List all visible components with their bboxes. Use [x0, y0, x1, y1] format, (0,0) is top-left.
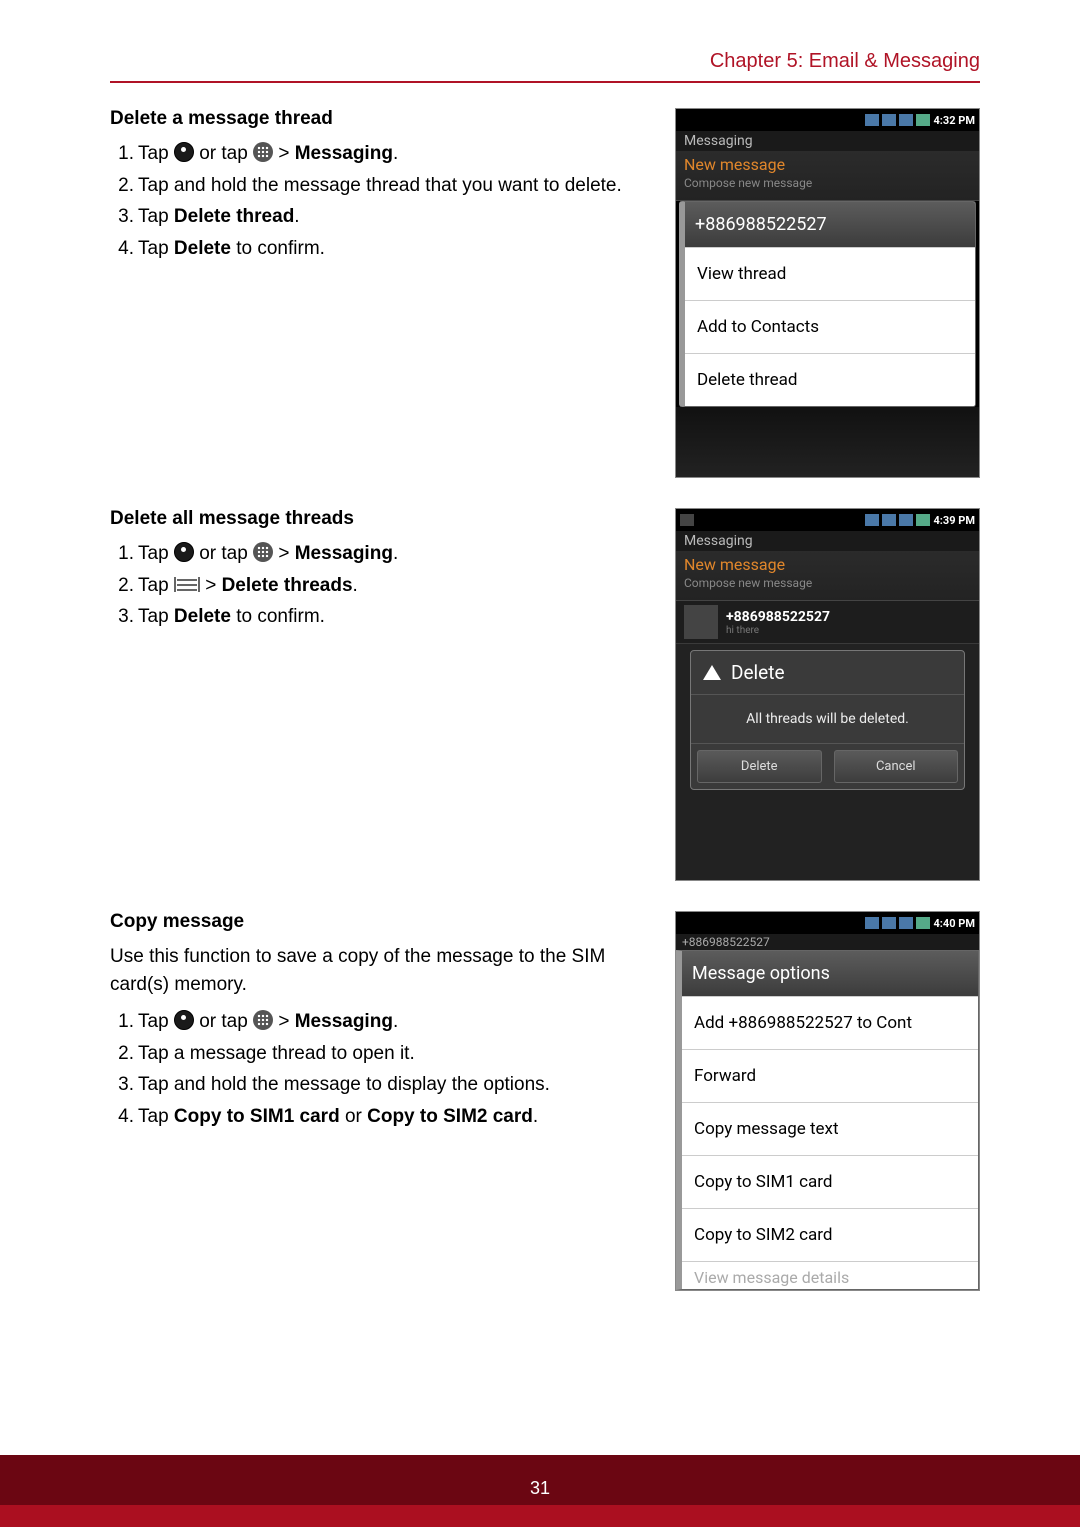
thread-number: +886988522527	[726, 609, 830, 625]
apps-icon	[253, 142, 273, 162]
txt: .	[393, 543, 398, 564]
menu-add-to-contacts[interactable]: Add +886988522527 to Cont	[682, 996, 978, 1049]
sec3-step2: Tap a message thread to open it.	[138, 1040, 645, 1068]
home-icon	[174, 142, 194, 162]
warning-icon	[703, 665, 721, 680]
context-menu-header: +886988522527	[685, 202, 975, 247]
home-icon	[174, 1010, 194, 1030]
thread-preview: hi there	[726, 625, 830, 636]
screenshot-copy-message: 4:40 PM +886988522527 Message options Ad…	[675, 911, 980, 1291]
txt-bold: Delete	[174, 606, 231, 627]
txt-bold: Messaging	[295, 143, 393, 164]
app-header: Messaging	[676, 531, 979, 551]
txt: to confirm.	[231, 606, 325, 627]
menu-view-details[interactable]: View message details	[682, 1261, 978, 1289]
statusbar: 4:32 PM	[676, 109, 979, 131]
new-message-title: New message	[684, 155, 971, 174]
status-time: 4:39 PM	[934, 514, 976, 527]
txt: Tap	[138, 206, 174, 227]
sec3-step4: Tap Copy to SIM1 card or Copy to SIM2 ca…	[138, 1103, 645, 1131]
txt-bold: Delete	[174, 238, 231, 259]
txt: .	[393, 143, 398, 164]
new-message-row[interactable]: New message Compose new message	[676, 551, 979, 601]
txt: Tap	[138, 575, 174, 596]
context-menu: +886988522527 View thread Add to Contact…	[679, 201, 976, 407]
menu-add-contacts[interactable]: Add to Contacts	[685, 300, 975, 353]
delete-button[interactable]: Delete	[697, 750, 822, 783]
screenshot-delete-thread: 4:32 PM Messaging New message Compose ne…	[675, 108, 980, 478]
new-message-title: New message	[684, 555, 971, 574]
page-footer: 31	[0, 1455, 1080, 1527]
txt-bold: Delete threads	[222, 575, 353, 596]
thread-row[interactable]: +886988522527 hi there	[676, 601, 979, 644]
txt: >	[273, 543, 295, 564]
sec1-step4: Tap Delete to confirm.	[138, 235, 645, 263]
txt-bold: Delete thread	[174, 206, 294, 227]
statusbar: 4:39 PM	[676, 509, 979, 531]
txt: to confirm.	[231, 238, 325, 259]
txt: or	[340, 1106, 367, 1127]
sec1-step1: Tap or tap > Messaging.	[138, 140, 645, 168]
sec2-heading: Delete all message threads	[110, 508, 645, 530]
txt: Tap	[138, 1106, 174, 1127]
txt: or tap	[194, 543, 253, 564]
dialog-message: All threads will be deleted.	[691, 695, 964, 743]
app-header: Messaging	[676, 131, 979, 151]
sec3-intro: Use this function to save a copy of the …	[110, 943, 645, 998]
txt: Tap	[138, 143, 174, 164]
message-options-menu: Message options Add +886988522527 to Con…	[676, 950, 979, 1290]
txt: >	[273, 143, 295, 164]
chapter-header: Chapter 5: Email & Messaging	[110, 50, 980, 83]
apps-icon	[253, 542, 273, 562]
delete-dialog: Delete All threads will be deleted. Dele…	[690, 650, 965, 790]
menu-icon	[174, 578, 200, 592]
txt: Tap	[138, 238, 174, 259]
page-number: 31	[0, 1478, 1080, 1499]
sec3-step3: Tap and hold the message to display the …	[138, 1071, 645, 1099]
txt: Tap	[138, 606, 174, 627]
screenshot-delete-all: 4:39 PM Messaging New message Compose ne…	[675, 508, 980, 881]
home-icon	[174, 542, 194, 562]
statusbar: 4:40 PM	[676, 912, 979, 934]
cancel-button[interactable]: Cancel	[834, 750, 959, 783]
txt: .	[294, 206, 299, 227]
menu-view-thread[interactable]: View thread	[685, 247, 975, 300]
status-time: 4:40 PM	[934, 917, 976, 930]
txt-bold: Copy to SIM2 card	[367, 1106, 533, 1127]
txt-bold: Messaging	[295, 543, 393, 564]
sec2-step3: Tap Delete to confirm.	[138, 603, 645, 631]
menu-header: Message options	[682, 951, 978, 996]
txt: >	[273, 1011, 295, 1032]
sec3-heading: Copy message	[110, 911, 645, 933]
new-message-sub: Compose new message	[684, 576, 971, 590]
menu-copy-text[interactable]: Copy message text	[682, 1102, 978, 1155]
avatar-icon	[684, 605, 718, 639]
menu-forward[interactable]: Forward	[682, 1049, 978, 1102]
conversation-header: +886988522527	[676, 934, 979, 950]
txt: or tap	[194, 1011, 253, 1032]
apps-icon	[253, 1010, 273, 1030]
sec3-step1: Tap or tap > Messaging.	[138, 1008, 645, 1036]
txt: .	[353, 575, 358, 596]
menu-delete-thread[interactable]: Delete thread	[685, 353, 975, 406]
txt: or tap	[194, 143, 253, 164]
sec1-heading: Delete a message thread	[110, 108, 645, 130]
txt: Tap	[138, 543, 174, 564]
menu-copy-sim2[interactable]: Copy to SIM2 card	[682, 1208, 978, 1261]
txt: .	[393, 1011, 398, 1032]
new-message-row[interactable]: New message Compose new message	[676, 151, 979, 201]
new-message-sub: Compose new message	[684, 176, 971, 190]
sec2-step2: Tap > Delete threads.	[138, 572, 645, 600]
status-time: 4:32 PM	[934, 114, 976, 127]
menu-copy-sim1[interactable]: Copy to SIM1 card	[682, 1155, 978, 1208]
dialog-title: Delete	[731, 661, 785, 684]
sec1-step2: Tap and hold the message thread that you…	[138, 172, 645, 200]
sec1-step3: Tap Delete thread.	[138, 203, 645, 231]
txt-bold: Messaging	[295, 1011, 393, 1032]
txt-bold: Copy to SIM1 card	[174, 1106, 340, 1127]
txt: >	[200, 575, 222, 596]
txt: Tap	[138, 1011, 174, 1032]
sec2-step1: Tap or tap > Messaging.	[138, 540, 645, 568]
txt: .	[533, 1106, 538, 1127]
